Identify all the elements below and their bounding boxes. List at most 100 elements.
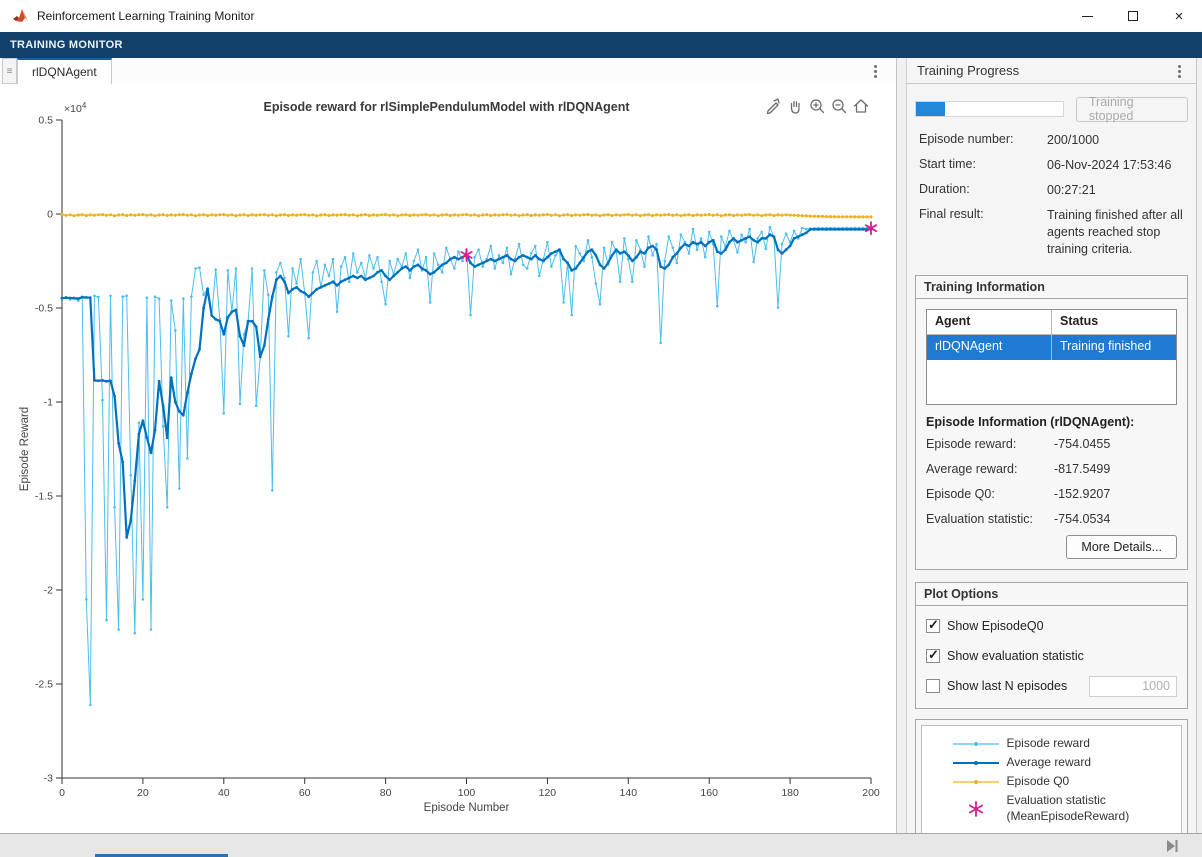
chart-legend: Episode reward Average reward Episode Q0… bbox=[921, 725, 1182, 836]
home-icon[interactable] bbox=[851, 96, 870, 115]
training-information-title: Training Information bbox=[916, 276, 1187, 299]
episode-information-title: Episode Information (rlDQNAgent): bbox=[926, 415, 1177, 429]
legend-evaluation-statistic: Evaluation statistic (MeanEpisodeReward) bbox=[945, 791, 1159, 827]
episode-number-value: 200/1000 bbox=[1047, 132, 1197, 149]
agent-cell: rlDQNAgent bbox=[927, 335, 1052, 360]
table-header-row: Agent Status bbox=[927, 310, 1176, 335]
svg-text:200: 200 bbox=[862, 787, 880, 799]
svg-text:-1.5: -1.5 bbox=[35, 491, 53, 503]
document-tab-bar: ≡ rlDQNAgent bbox=[0, 58, 896, 84]
svg-text:0: 0 bbox=[47, 209, 53, 221]
zoom-in-icon[interactable] bbox=[807, 96, 826, 115]
status-column-header: Status bbox=[1052, 310, 1176, 334]
last-n-episodes-input[interactable] bbox=[1089, 676, 1177, 697]
show-evaluation-statistic-label: Show evaluation statistic bbox=[947, 649, 1084, 663]
axes-toolbar bbox=[763, 96, 870, 115]
svg-text:Episode Reward: Episode Reward bbox=[19, 407, 31, 491]
legend-episode-q0: Episode Q0 bbox=[945, 772, 1159, 791]
svg-text:160: 160 bbox=[700, 787, 718, 799]
legend-episode-q0-label: Episode Q0 bbox=[1007, 774, 1070, 790]
show-episodeq0-label: Show EpisodeQ0 bbox=[947, 619, 1044, 633]
progress-fill bbox=[916, 102, 945, 116]
duration-label: Duration: bbox=[919, 182, 970, 196]
episode-q0-label: Episode Q0: bbox=[926, 487, 995, 501]
legend-average-reward-label: Average reward bbox=[1007, 755, 1092, 771]
evaluation-statistic-row: Evaluation statistic: -754.0534 bbox=[926, 506, 1177, 531]
zoom-out-icon[interactable] bbox=[829, 96, 848, 115]
average-reward-swatch bbox=[945, 757, 1007, 769]
start-time-value: 06-Nov-2024 17:53:46 bbox=[1047, 157, 1197, 174]
agent-column-header: Agent bbox=[927, 310, 1052, 334]
panel-header: Training Progress bbox=[907, 58, 1196, 84]
panel-options-menu-icon[interactable] bbox=[1172, 64, 1186, 78]
tab-options-menu-icon[interactable] bbox=[868, 64, 882, 78]
average-reward-row: Average reward: -817.5499 bbox=[926, 456, 1177, 481]
svg-text:-1: -1 bbox=[44, 397, 53, 409]
svg-text:-0.5: -0.5 bbox=[35, 303, 53, 315]
export-icon[interactable] bbox=[763, 96, 782, 115]
svg-text:-3: -3 bbox=[44, 773, 53, 785]
episode-number-row: Episode number: 200/1000 bbox=[915, 126, 1188, 151]
svg-text:100: 100 bbox=[458, 787, 476, 799]
table-row[interactable]: rlDQNAgent Training finished bbox=[927, 335, 1176, 360]
show-evaluation-statistic-checkbox[interactable] bbox=[926, 649, 940, 663]
episode-q0-row: Episode Q0: -152.9207 bbox=[926, 481, 1177, 506]
window-title: Reinforcement Learning Training Monitor bbox=[37, 9, 254, 23]
show-last-n-episodes-label: Show last N episodes bbox=[947, 679, 1067, 693]
episode-q0-swatch bbox=[945, 776, 1007, 788]
tab-training-monitor[interactable]: TRAINING MONITOR bbox=[0, 39, 133, 51]
evaluation-statistic-star-icon bbox=[945, 798, 1007, 820]
close-icon[interactable]: × bbox=[1156, 0, 1202, 32]
toolstrip: TRAINING MONITOR bbox=[0, 32, 1202, 58]
duration-value: 00:27:21 bbox=[1047, 182, 1197, 199]
final-result-label: Final result: bbox=[919, 207, 984, 221]
evaluation-statistic-label: Evaluation statistic: bbox=[926, 512, 1033, 526]
svg-text:0: 0 bbox=[59, 787, 65, 799]
start-time-row: Start time: 06-Nov-2024 17:53:46 bbox=[915, 151, 1188, 176]
chart-document: 0.50-0.5-1-1.5-2-2.5-3020406080100120140… bbox=[0, 84, 896, 833]
svg-text:60: 60 bbox=[299, 787, 311, 799]
final-result-row: Final result: Training finished after al… bbox=[915, 201, 1188, 263]
document-area: ≡ rlDQNAgent 0.50-0.5-1-1.5-2-2.5-302040… bbox=[0, 58, 897, 833]
chart-title: Episode reward for rlSimplePendulumModel… bbox=[0, 100, 893, 114]
svg-text:180: 180 bbox=[781, 787, 799, 799]
more-details-button[interactable]: More Details... bbox=[1066, 535, 1177, 559]
episode-reward-value: -754.0455 bbox=[1054, 437, 1110, 451]
average-reward-label: Average reward: bbox=[926, 462, 1018, 476]
episode-reward-label: Episode reward: bbox=[926, 437, 1016, 451]
pan-icon[interactable] bbox=[785, 96, 804, 115]
duration-row: Duration: 00:27:21 bbox=[915, 176, 1188, 201]
average-reward-value: -817.5499 bbox=[1054, 462, 1110, 476]
panel-title: Training Progress bbox=[917, 63, 1019, 78]
tab-rldqnagent[interactable]: rlDQNAgent bbox=[17, 58, 112, 84]
svg-text:120: 120 bbox=[539, 787, 557, 799]
app-window: Reinforcement Learning Training Monitor … bbox=[0, 0, 1202, 857]
episode-number-label: Episode number: bbox=[919, 132, 1014, 146]
expand-panel-icon[interactable] bbox=[1164, 839, 1180, 853]
svg-text:80: 80 bbox=[380, 787, 392, 799]
episode-reward-row: Episode reward: -754.0455 bbox=[926, 431, 1177, 456]
maximize-icon[interactable] bbox=[1110, 0, 1156, 32]
minimize-icon[interactable] bbox=[1064, 0, 1110, 32]
status-cell: Training finished bbox=[1052, 335, 1176, 360]
reward-chart[interactable]: 0.50-0.5-1-1.5-2-2.5-3020406080100120140… bbox=[0, 84, 896, 833]
matlab-logo-icon bbox=[12, 8, 29, 24]
training-progress-bar bbox=[915, 101, 1064, 117]
training-information-section: Training Information Agent Status rlDQNA… bbox=[915, 275, 1188, 570]
legend-average-reward: Average reward bbox=[945, 753, 1159, 772]
svg-text:-2.5: -2.5 bbox=[35, 679, 53, 691]
svg-text:40: 40 bbox=[218, 787, 230, 799]
show-episodeq0-option: Show EpisodeQ0 bbox=[926, 616, 1177, 636]
plot-options-title: Plot Options bbox=[916, 583, 1187, 606]
start-time-label: Start time: bbox=[919, 157, 976, 171]
show-episodeq0-checkbox[interactable] bbox=[926, 619, 940, 633]
evaluation-statistic-value: -754.0534 bbox=[1054, 512, 1110, 526]
show-last-n-episodes-checkbox[interactable] bbox=[926, 679, 940, 693]
training-stopped-button[interactable]: Training stopped bbox=[1076, 97, 1188, 122]
legend-section: Episode reward Average reward Episode Q0… bbox=[915, 719, 1188, 842]
agent-status-table: Agent Status rlDQNAgent Training finishe… bbox=[926, 309, 1177, 405]
show-evaluation-statistic-option: Show evaluation statistic bbox=[926, 646, 1177, 666]
tab-grip-handle[interactable]: ≡ bbox=[2, 58, 17, 84]
svg-text:Episode Number: Episode Number bbox=[424, 802, 510, 814]
title-bar: Reinforcement Learning Training Monitor … bbox=[0, 0, 1202, 32]
